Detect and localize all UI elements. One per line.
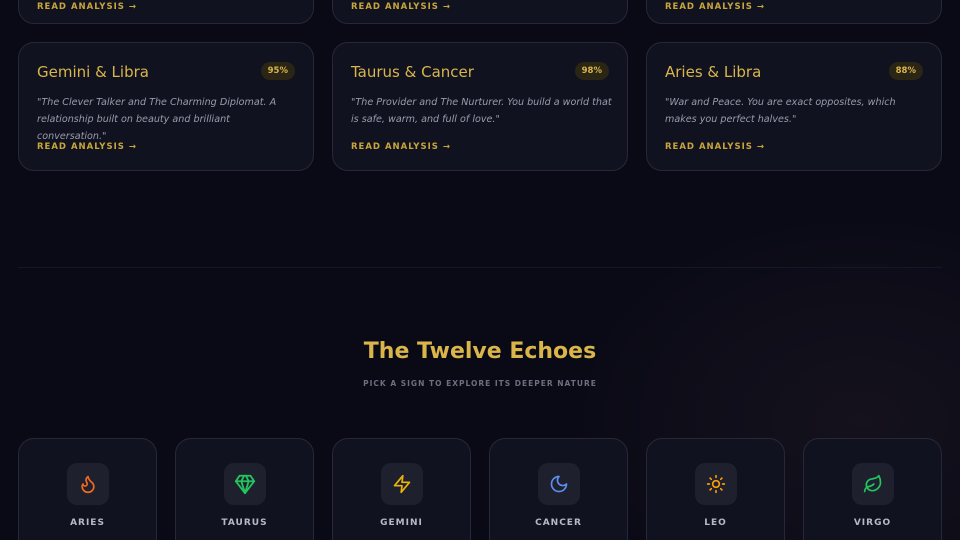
read-analysis-link[interactable]: READ ANALYSIS → <box>351 142 451 152</box>
match-title: Taurus & Cancer <box>351 63 474 81</box>
sign-card-leo[interactable]: LEO <box>646 438 785 540</box>
match-card-prev-2[interactable]: READ ANALYSIS → <box>332 0 628 24</box>
compatibility-badge: 88% <box>888 62 923 80</box>
match-card-taurus-cancer[interactable]: Taurus & Cancer 98% "The Provider and Th… <box>332 42 628 171</box>
sign-card-taurus[interactable]: TAURUS <box>175 438 314 540</box>
sign-label: VIRGO <box>853 518 892 528</box>
match-card-prev-3[interactable]: READ ANALYSIS → <box>646 0 942 24</box>
read-analysis-link[interactable]: READ ANALYSIS → <box>351 2 451 12</box>
section-subtitle: PICK A SIGN TO EXPLORE ITS DEEPER NATURE <box>363 379 597 388</box>
sign-label: LEO <box>704 518 727 528</box>
lightning-icon <box>381 463 423 505</box>
sign-label: CANCER <box>535 518 582 528</box>
section-title: The Twelve Echoes <box>363 339 597 364</box>
match-quote: "War and Peace. You are exact opposites,… <box>665 97 896 125</box>
sun-icon <box>695 463 737 505</box>
leaf-icon <box>852 463 894 505</box>
sign-card-gemini[interactable]: GEMINI <box>332 438 471 540</box>
read-analysis-link[interactable]: READ ANALYSIS → <box>665 2 765 12</box>
match-title: Gemini & Libra <box>37 63 149 81</box>
read-analysis-link[interactable]: READ ANALYSIS → <box>665 142 765 152</box>
sign-card-cancer[interactable]: CANCER <box>489 438 628 540</box>
match-card-prev-1[interactable]: READ ANALYSIS → <box>18 0 314 24</box>
match-title: Aries & Libra <box>665 63 762 81</box>
compatibility-badge: 98% <box>574 62 609 80</box>
compatibility-badge: 95% <box>260 62 295 80</box>
sign-card-virgo[interactable]: VIRGO <box>803 438 942 540</box>
sign-card-aries[interactable]: ARIES <box>18 438 157 540</box>
sign-label: ARIES <box>70 518 105 528</box>
read-analysis-link[interactable]: READ ANALYSIS → <box>37 142 137 152</box>
sign-label: GEMINI <box>380 518 423 528</box>
sign-label: TAURUS <box>221 518 268 528</box>
section-divider <box>18 267 942 268</box>
moon-icon <box>538 463 580 505</box>
match-quote: "The Provider and The Nurturer. You buil… <box>351 97 612 125</box>
gem-icon <box>224 463 266 505</box>
match-card-gemini-libra[interactable]: Gemini & Libra 95% "The Clever Talker an… <box>18 42 314 171</box>
match-card-aries-libra[interactable]: Aries & Libra 88% "War and Peace. You ar… <box>646 42 942 171</box>
read-analysis-link[interactable]: READ ANALYSIS → <box>37 2 137 12</box>
flame-icon <box>67 463 109 505</box>
match-quote: "The Clever Talker and The Charming Dipl… <box>37 97 277 142</box>
